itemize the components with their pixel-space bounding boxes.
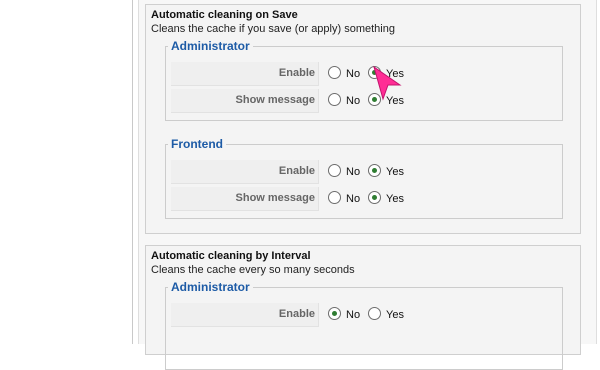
group-legend: Frontend [171, 137, 223, 151]
section-cleaning-by-interval: Automatic cleaning by Interval Cleans th… [145, 245, 581, 370]
radio-no-button[interactable] [328, 307, 341, 320]
radio-yes-button[interactable] [368, 93, 381, 106]
radio-yes-button[interactable] [368, 164, 381, 177]
radio-no-button[interactable] [328, 66, 341, 79]
section-cleaning-on-save: Automatic cleaning on Save Cleans the ca… [145, 4, 581, 234]
radio-yes-label: Yes [386, 95, 404, 107]
radio-no-label: No [346, 166, 361, 178]
row-label: Enable [278, 67, 315, 79]
row-interval-enable: Enable No Yes [171, 303, 557, 327]
row-label: Show message [235, 94, 315, 106]
row-frontend-show-message: Show message No Yes [171, 187, 557, 211]
radio-no-label: No [346, 95, 361, 107]
group-legend: Administrator [171, 39, 250, 53]
row-label-cell: Enable [171, 62, 319, 86]
row-label-cell: Enable [171, 303, 319, 327]
row-label: Show message [235, 192, 315, 204]
row-admin-show-message: Show message No Yes [171, 89, 557, 113]
radio-no-button[interactable] [328, 191, 341, 204]
radio-no-label: No [346, 68, 361, 80]
radio-yes-button[interactable] [368, 307, 381, 320]
radio-no-label: No [346, 309, 361, 321]
row-label: Enable [278, 308, 315, 320]
section-title: Automatic cleaning on Save [151, 9, 298, 21]
row-label-cell: Enable [171, 160, 319, 184]
left-rail-divider [132, 0, 133, 344]
radio-yes-label: Yes [386, 193, 404, 205]
radio-no-button[interactable] [328, 93, 341, 106]
section-description: Cleans the cache if you save (or apply) … [151, 23, 395, 35]
radio-yes-label: Yes [386, 68, 404, 80]
row-label-cell: Show message [171, 89, 319, 113]
row-label-cell: Show message [171, 187, 319, 211]
section-description: Cleans the cache every so many seconds [151, 264, 355, 276]
row-label: Enable [278, 165, 315, 177]
radio-yes-button[interactable] [368, 66, 381, 79]
radio-no-button[interactable] [328, 164, 341, 177]
row-frontend-enable: Enable No Yes [171, 160, 557, 184]
radio-yes-label: Yes [386, 309, 404, 321]
section-title: Automatic cleaning by Interval [151, 250, 311, 262]
row-admin-enable: Enable No Yes [171, 62, 557, 86]
radio-yes-button[interactable] [368, 191, 381, 204]
radio-no-label: No [346, 193, 361, 205]
radio-yes-label: Yes [386, 166, 404, 178]
group-legend: Administrator [171, 280, 250, 294]
